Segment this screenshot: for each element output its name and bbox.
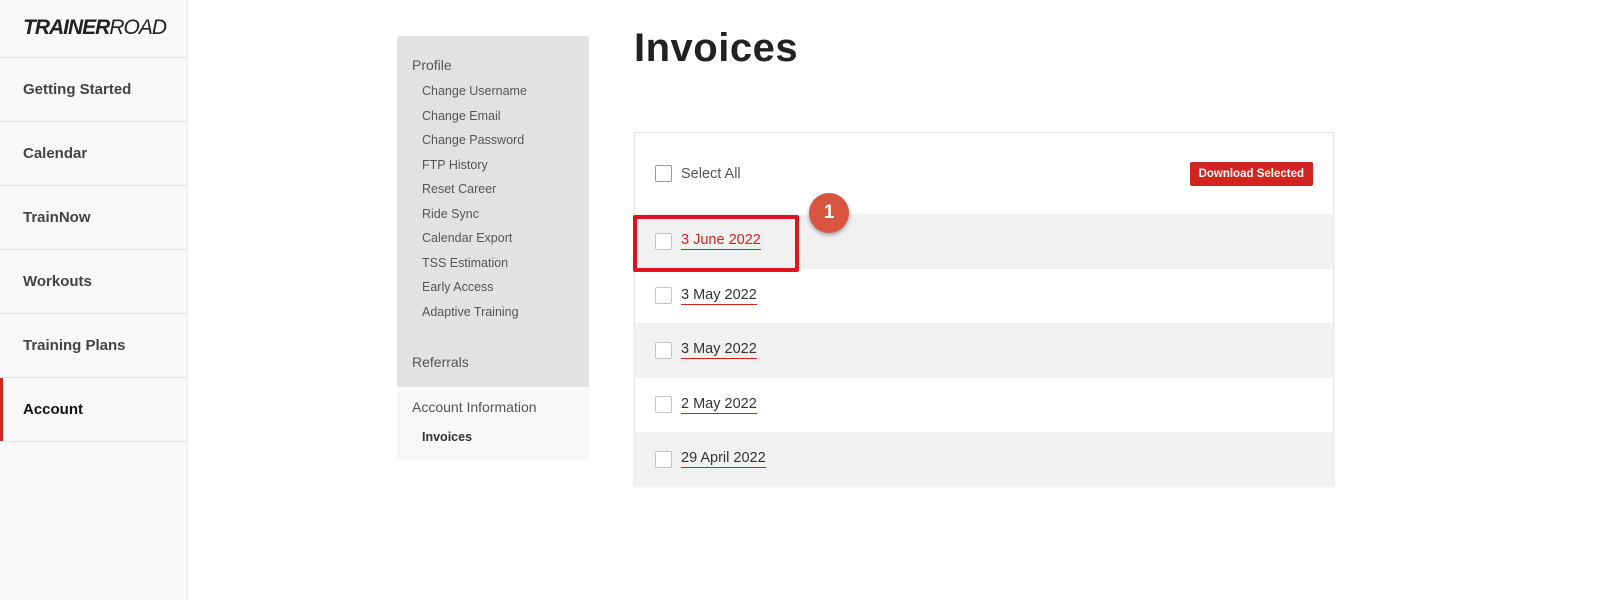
- invoice-checkbox[interactable]: [655, 396, 672, 414]
- invoice-link[interactable]: 2 May 2022: [681, 396, 757, 414]
- page-title: Invoices: [634, 26, 799, 70]
- invoices-panel-header: Select All Download Selected: [635, 133, 1333, 214]
- settings-item-calendar-export[interactable]: Calendar Export: [397, 226, 589, 251]
- settings-item-change-username[interactable]: Change Username: [397, 79, 589, 104]
- invoice-link[interactable]: 3 May 2022: [681, 341, 757, 360]
- nav-item-workouts[interactable]: Workouts: [0, 250, 187, 314]
- settings-heading-profile[interactable]: Profile: [397, 57, 589, 79]
- invoice-link[interactable]: 3 May 2022: [681, 287, 757, 305]
- nav-item-training-plans[interactable]: Training Plans: [0, 314, 187, 378]
- left-nav: TRAINERROAD Getting Started Calendar Tra…: [0, 0, 188, 600]
- invoices-panel: Select All Download Selected 3 June 2022…: [634, 132, 1334, 487]
- invoice-checkbox[interactable]: [655, 450, 672, 468]
- invoice-checkbox[interactable]: [655, 287, 672, 305]
- settings-heading-account-information[interactable]: Account Information: [397, 399, 589, 425]
- settings-item-invoices[interactable]: Invoices: [397, 425, 589, 450]
- settings-item-early-access[interactable]: Early Access: [397, 275, 589, 300]
- settings-item-ftp-history[interactable]: FTP History: [397, 153, 589, 178]
- invoice-row: 3 May 2022: [635, 269, 1333, 324]
- download-selected-button[interactable]: Download Selected: [1189, 161, 1313, 186]
- logo-bold: TRAINER: [23, 16, 110, 39]
- settings-item-change-password[interactable]: Change Password: [397, 128, 589, 153]
- nav-item-getting-started[interactable]: Getting Started: [0, 58, 187, 122]
- invoice-row: 29 April 2022: [635, 432, 1333, 487]
- annotation-highlight-box: [633, 215, 799, 272]
- nav-item-trainnow[interactable]: TrainNow: [0, 186, 187, 250]
- invoice-row: 2 May 2022: [635, 378, 1333, 433]
- settings-item-ride-sync[interactable]: Ride Sync: [397, 202, 589, 227]
- settings-item-reset-career[interactable]: Reset Career: [397, 177, 589, 202]
- settings-item-change-email[interactable]: Change Email: [397, 104, 589, 129]
- settings-item-tss-estimation[interactable]: TSS Estimation: [397, 251, 589, 276]
- annotation-step-badge: 1: [809, 193, 849, 233]
- select-all-label: Select All: [681, 165, 741, 182]
- nav-item-calendar[interactable]: Calendar: [0, 122, 187, 186]
- settings-menu: Profile Change Username Change Email Cha…: [397, 36, 589, 460]
- settings-item-adaptive-training[interactable]: Adaptive Training: [397, 300, 589, 325]
- trainerroad-logo[interactable]: TRAINERROAD: [0, 0, 187, 58]
- logo-regular: ROAD: [109, 16, 167, 39]
- invoice-checkbox[interactable]: [655, 341, 672, 359]
- invoice-link[interactable]: 29 April 2022: [681, 450, 766, 469]
- nav-item-account[interactable]: Account: [0, 378, 187, 442]
- settings-account-block: Account Information Invoices: [397, 387, 589, 460]
- settings-heading-referrals[interactable]: Referrals: [397, 346, 589, 387]
- select-all-checkbox[interactable]: [655, 165, 672, 182]
- invoice-row: 3 May 2022: [635, 323, 1333, 378]
- select-all[interactable]: Select All: [655, 165, 741, 182]
